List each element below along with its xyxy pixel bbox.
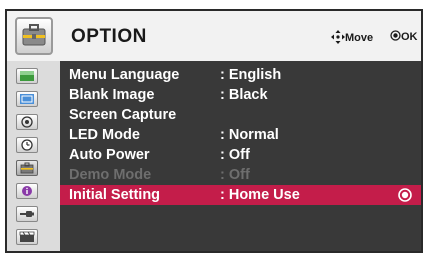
menu-item-label: Auto Power [69, 147, 150, 163]
option-toolbox-icon [15, 17, 53, 55]
menu-item-auto-power[interactable]: Auto Power : Off [60, 145, 421, 165]
audio-icon [21, 116, 33, 128]
menu-item-led-mode[interactable]: LED Mode : Normal [60, 125, 421, 145]
menu-item-label: Menu Language [69, 67, 180, 83]
sidebar-item-picture[interactable] [16, 68, 38, 84]
menu-item-label: Screen Capture [69, 107, 177, 123]
menu-item-label: Blank Image [69, 87, 155, 103]
menu-item-value: : English [220, 67, 282, 83]
page-title: OPTION [71, 26, 147, 47]
menu-item-value: : Home Use [220, 187, 300, 203]
menu-item-value: : Off [220, 167, 250, 183]
sidebar-item-media[interactable] [16, 229, 38, 245]
menu-item-blank-image[interactable]: Blank Image : Black [60, 85, 421, 105]
menu-item-label: LED Mode [69, 127, 140, 143]
ok-hint: OK [390, 30, 418, 43]
info-icon [22, 186, 32, 196]
osd-menu-panel: OPTION Move OK Menu Language: English B… [5, 9, 423, 253]
sidebar-item-time[interactable] [16, 137, 38, 153]
sidebar-item-audio[interactable] [16, 114, 38, 130]
clock-icon [21, 139, 33, 151]
menu-item-value: : Black [220, 87, 268, 103]
menu-item-value: : Normal [220, 127, 279, 143]
menu-item-label: Demo Mode [69, 167, 152, 183]
sidebar-item-input[interactable] [16, 206, 38, 222]
sidebar-item-screen[interactable] [16, 91, 38, 107]
menu-item-initial-setting[interactable]: Initial Setting : Home Use [60, 185, 421, 205]
sidebar-item-info[interactable] [16, 183, 38, 199]
dpad-arrows-icon [331, 30, 345, 44]
menu-item-demo-mode: Demo Mode : Off [60, 165, 421, 185]
menu-item-menu-language[interactable]: Menu Language : English [60, 65, 421, 85]
screen-icon [20, 94, 34, 104]
move-hint-label: Move [345, 32, 374, 44]
ok-button-icon [398, 188, 412, 202]
input-icon [20, 211, 34, 217]
menu-header: OPTION Move OK [7, 11, 421, 61]
menu-item-label: Initial Setting [69, 187, 161, 203]
menu-item-screen-capture[interactable]: Screen Capture [60, 105, 421, 125]
sidebar-item-option[interactable] [16, 160, 38, 176]
media-icon [19, 231, 35, 242]
menu-item-value: : Off [220, 147, 250, 163]
option-icon [20, 162, 34, 174]
move-hint: Move [331, 30, 373, 44]
ok-hint-label: OK [401, 31, 418, 43]
picture-icon [20, 71, 34, 81]
ok-button-icon [390, 30, 401, 41]
category-sidebar [7, 61, 60, 251]
